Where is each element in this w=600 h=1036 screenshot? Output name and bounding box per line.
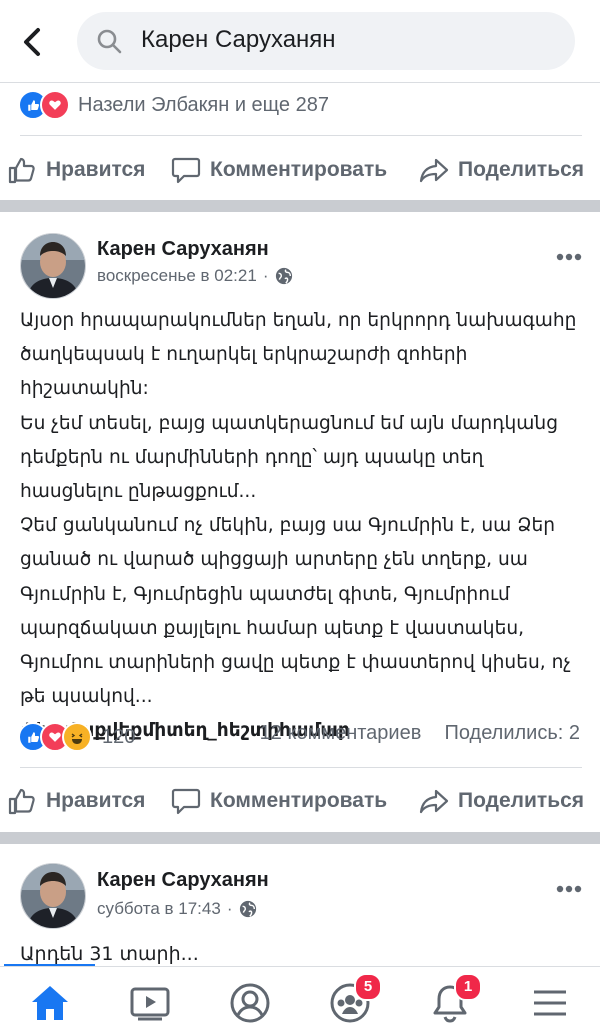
snippet-link[interactable]: Արդեն (20, 943, 83, 965)
post-time[interactable]: воскресенье в 02:21 (97, 266, 257, 286)
avatar[interactable] (20, 233, 86, 299)
share-icon (419, 158, 449, 183)
comments-count[interactable]: 12 комментариев (260, 722, 422, 744)
profile-icon[interactable] (228, 981, 272, 1025)
top-bar-border (0, 82, 600, 83)
like-button[interactable]: Нравится (6, 785, 145, 817)
shares-count[interactable]: Поделились: 2 (444, 722, 580, 744)
meta-separator: · (262, 266, 269, 285)
avatar[interactable] (20, 863, 86, 929)
haha-icon (62, 722, 92, 752)
like-button[interactable]: Нравится (6, 154, 145, 186)
notifications-badge: 1 (454, 973, 482, 1001)
post2-reactions[interactable]: 120 (18, 721, 135, 753)
comment-icon (171, 788, 201, 815)
reactions-count: 120 (102, 725, 136, 748)
comment-icon (171, 157, 201, 184)
post-paragraph: Չեմ ցանկանում ոչ մեկին, բայց սա Գյումրին… (20, 515, 571, 708)
separator (20, 767, 582, 768)
groups-icon[interactable]: 5 (328, 973, 382, 1025)
post-divider (0, 832, 600, 844)
love-icon (40, 90, 70, 120)
globe-icon (275, 267, 292, 285)
post1-action-bar: Нравится Комментировать Поделиться (0, 140, 600, 200)
bottom-nav: 5 1 (0, 966, 600, 1036)
globe-icon (239, 900, 256, 918)
share-icon (419, 789, 449, 814)
search-icon (95, 27, 123, 55)
comment-button[interactable]: Комментировать (170, 154, 387, 186)
post-paragraph: Ես չեմ տեսել, բայց պատկերացնում եմ այն մ… (20, 412, 558, 503)
post-meta: воскресенье в 02:21 · (97, 266, 293, 286)
more-icon[interactable] (556, 248, 582, 261)
home-icon[interactable] (28, 981, 72, 1025)
top-bar: Карен Саруханян (0, 0, 600, 82)
search-value: Карен Саруханян (141, 26, 336, 53)
groups-badge: 5 (354, 973, 382, 1001)
bell-icon[interactable]: 1 (428, 973, 482, 1025)
post-stats: 12 комментариев Поделились: 2 (260, 722, 580, 745)
comment-button[interactable]: Комментировать (170, 785, 387, 817)
post-meta: суббота в 17:43 · (97, 899, 257, 919)
post-divider (0, 200, 600, 212)
back-arrow-icon[interactable] (14, 22, 50, 62)
video-icon[interactable] (128, 981, 172, 1025)
post-snippet: Արդեն 31 տարի... (20, 943, 199, 965)
more-icon[interactable] (556, 880, 582, 893)
post2-action-bar: Нравится Комментировать Поделиться (0, 771, 600, 831)
thumbs-up-icon (8, 157, 35, 184)
menu-icon[interactable] (528, 981, 572, 1025)
post1-reactions[interactable]: Назели Элбакян и еще 287 (18, 89, 329, 121)
separator (20, 135, 582, 136)
share-button[interactable]: Поделиться (418, 785, 584, 817)
thumbs-up-icon (8, 788, 35, 815)
share-button[interactable]: Поделиться (418, 154, 584, 186)
search-input[interactable]: Карен Саруханян (77, 12, 575, 70)
post-text: Այսօր հրապարակումներ եղան, որ երկրորդ նա… (20, 304, 585, 749)
meta-separator: · (226, 899, 233, 918)
post-author[interactable]: Карен Саруханян (97, 238, 269, 261)
post-author[interactable]: Карен Саруханян (97, 869, 269, 892)
reactions-text: Назели Элбакян и еще 287 (78, 93, 329, 116)
post-time[interactable]: суббота в 17:43 (97, 899, 221, 919)
post-paragraph: Այսօր հրապարակումներ եղան, որ երկրորդ նա… (20, 310, 577, 400)
snippet-text: 31 տարի... (83, 943, 199, 965)
